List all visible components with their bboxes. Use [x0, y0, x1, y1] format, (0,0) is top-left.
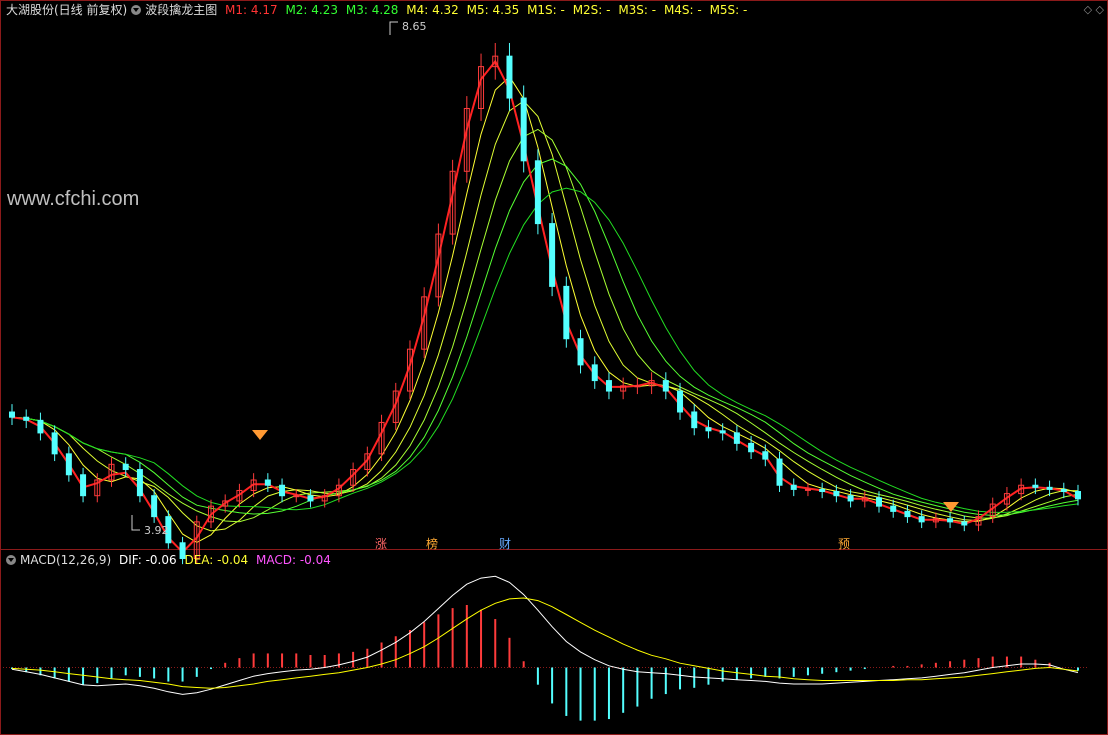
candle-body [307, 495, 314, 502]
candle-body [904, 510, 911, 518]
m1s-value: M1S: - [527, 3, 565, 17]
candle-body [876, 497, 883, 507]
event-tag[interactable]: 财 [498, 537, 512, 551]
candle-body [1075, 491, 1081, 500]
candle-body [605, 380, 612, 392]
stock-chart-window: 大湖股份(日线 前复权) 波段擒龙主图 M1: 4.17 M2: 4.23 M3:… [0, 0, 1108, 735]
candle-body [1060, 488, 1067, 493]
candle-body [549, 223, 556, 287]
ma-line-5 [11, 158, 1079, 517]
candle-body [961, 521, 968, 526]
dropdown-circle-icon[interactable] [6, 555, 16, 565]
candle-body [1032, 484, 1039, 488]
candle-body [634, 385, 641, 388]
candle-body [748, 442, 755, 453]
dropdown-circle-icon[interactable] [131, 5, 142, 15]
event-tag[interactable]: 涨 [374, 537, 388, 551]
candle-body [122, 463, 129, 471]
dea-line [11, 597, 1079, 689]
candle-body [890, 505, 897, 512]
candle-body [1046, 486, 1053, 490]
macd-value: MACD: -0.04 [256, 553, 331, 567]
chart-canvas[interactable] [0, 0, 1108, 735]
candle-body [662, 380, 669, 392]
moving-average-lines [11, 59, 1079, 554]
candle-body [762, 451, 769, 460]
candle-body [804, 488, 811, 491]
macd-histogram [11, 604, 1079, 721]
ma-line-3 [11, 100, 1079, 532]
candle-body [918, 516, 925, 523]
m3-value: M3: 4.28 [345, 3, 399, 17]
candle-body [563, 285, 570, 340]
main-header: 大湖股份(日线 前复权) 波段擒龙主图 M1: 4.17 M2: 4.23 M3:… [6, 2, 751, 18]
candle-body [520, 97, 527, 162]
m5s-value: M5S: - [709, 3, 748, 17]
low-label: 3.92 [144, 524, 169, 537]
candle-body [80, 474, 87, 497]
event-tag[interactable]: 预 [837, 537, 851, 551]
high-marker [389, 21, 398, 35]
m2s-value: M2S: - [572, 3, 611, 17]
candle-body [37, 419, 44, 434]
ma-line-4 [11, 128, 1079, 523]
candle-body [591, 364, 598, 382]
diamond-signal-icon [252, 430, 268, 440]
watermark: www.cfchi.com [7, 188, 140, 210]
m4-value: M4: 4.32 [406, 3, 459, 17]
candle-body [677, 390, 684, 413]
m5-value: M5: 4.35 [466, 3, 520, 17]
low-marker [131, 515, 140, 531]
extreme-markers [131, 21, 398, 531]
candle-body [151, 495, 158, 518]
m2-value: M2: 4.23 [285, 3, 339, 17]
candle-body [719, 430, 726, 434]
macd-name: MACD(12,26,9) [20, 553, 112, 567]
candle-body [705, 427, 712, 432]
m4s-value: M4S: - [663, 3, 702, 17]
candle-body [691, 411, 698, 429]
candle-body [790, 484, 797, 490]
m1-value: M1: 4.17 [225, 3, 278, 17]
candle-body [293, 495, 300, 498]
candle-body [776, 458, 783, 486]
event-tag[interactable]: 榜 [425, 537, 439, 551]
high-label: 8.65 [402, 20, 427, 33]
candle-body [534, 160, 541, 225]
macd-header: MACD(12,26,9) DIF: -0.06 DEA: -0.04 MACD… [6, 552, 335, 568]
candle-body [733, 432, 740, 444]
candle-body [577, 338, 584, 366]
ma-line-2 [11, 75, 1079, 543]
candle-body [947, 518, 954, 523]
candle-body [279, 484, 286, 497]
dea-value: DEA: -0.04 [184, 553, 249, 567]
stock-title: 大湖股份(日线 前复权) [6, 3, 128, 17]
candle-body [847, 495, 854, 502]
candle-body [65, 453, 72, 476]
candle-body [833, 491, 840, 497]
candle-body [819, 488, 826, 493]
m3s-value: M3S: - [618, 3, 657, 17]
macd-lines [11, 575, 1079, 695]
expand-diamond-icon[interactable]: ◇ ◇ [1084, 3, 1104, 16]
candle-body [51, 432, 58, 455]
dif-value: DIF: -0.06 [118, 553, 177, 567]
candle-body [264, 479, 271, 486]
dif-line [11, 575, 1079, 695]
candle-body [23, 416, 30, 421]
candle-body [9, 411, 15, 418]
candle-body [136, 469, 143, 497]
candle-body [506, 55, 513, 99]
indicator-title: 波段擒龙主图 [145, 3, 218, 17]
outer-frame [0, 0, 1108, 735]
